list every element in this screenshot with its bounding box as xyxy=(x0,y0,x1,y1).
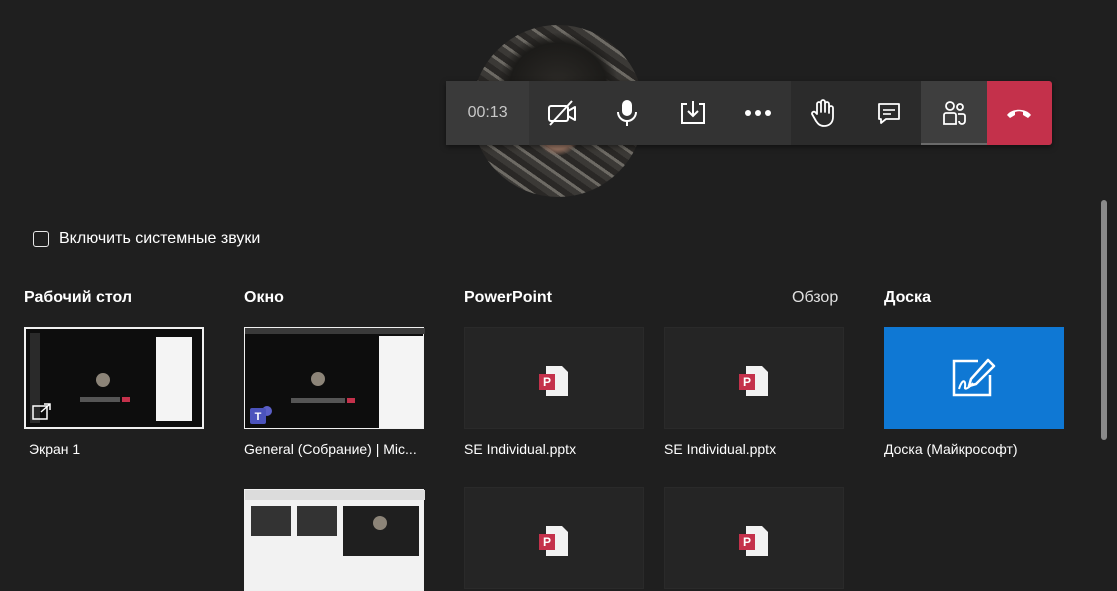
window-tile-browser[interactable] xyxy=(244,489,425,591)
hand-icon xyxy=(811,99,835,127)
participants-icon xyxy=(943,101,966,125)
screen-1-label: Экран 1 xyxy=(29,441,81,457)
window-tile-label: General (Собрание) | Mic... xyxy=(244,441,417,457)
powerpoint-tile-3[interactable]: P xyxy=(464,487,644,589)
chat-button[interactable] xyxy=(855,81,922,145)
section-window-heading: Окно xyxy=(244,289,284,306)
participants-button[interactable] xyxy=(921,81,987,145)
svg-text:P: P xyxy=(743,535,751,549)
powerpoint-tile-1[interactable]: P xyxy=(464,327,644,429)
powerpoint-file-icon: P xyxy=(739,366,768,396)
powerpoint-tile-4[interactable]: P xyxy=(664,487,844,589)
chat-icon xyxy=(877,103,900,124)
powerpoint-file-icon: P xyxy=(539,366,568,396)
powerpoint-tile-1-label: SE Individual.pptx xyxy=(464,441,577,457)
section-whiteboard-heading: Доска xyxy=(884,289,931,306)
powerpoint-tile-2[interactable]: P xyxy=(664,327,844,429)
whiteboard-icon xyxy=(952,358,996,397)
window-tile-teams[interactable]: T xyxy=(244,327,425,429)
section-powerpoint-heading: PowerPoint xyxy=(464,289,553,306)
camera-off-icon xyxy=(547,100,576,126)
svg-text:T: T xyxy=(255,411,262,423)
powerpoint-file-icon: P xyxy=(739,526,768,556)
svg-text:P: P xyxy=(743,375,751,389)
raise-hand-button[interactable] xyxy=(790,81,856,145)
expand-icon xyxy=(32,403,51,420)
system-audio-toggle[interactable]: Включить системные звуки xyxy=(33,230,260,248)
hang-up-icon xyxy=(1007,109,1032,118)
hang-up-button[interactable] xyxy=(986,81,1053,145)
system-audio-checkbox[interactable] xyxy=(33,231,49,247)
camera-off-button[interactable] xyxy=(529,81,595,145)
svg-text:P: P xyxy=(543,375,551,389)
powerpoint-file-icon: P xyxy=(539,526,568,556)
share-tray-scrollbar[interactable] xyxy=(1101,200,1107,440)
powerpoint-tile-2-label: SE Individual.pptx xyxy=(664,441,777,457)
browse-link[interactable]: Обзор xyxy=(792,289,838,307)
microphone-icon xyxy=(617,100,638,126)
microphone-button[interactable] xyxy=(594,81,660,145)
call-timer: 00:13 xyxy=(446,81,530,145)
section-desktop-heading: Рабочий стол xyxy=(24,289,133,306)
svg-text:P: P xyxy=(543,535,551,549)
whiteboard-tile[interactable] xyxy=(884,327,1064,429)
call-controls-toolbar: 00:13 xyxy=(446,81,1053,145)
teams-app-icon: T xyxy=(250,406,272,424)
more-icon xyxy=(744,110,771,116)
share-button[interactable] xyxy=(659,81,726,145)
more-actions-button[interactable] xyxy=(725,81,791,145)
screen-1-tile[interactable] xyxy=(24,327,204,429)
system-audio-label: Включить системные звуки xyxy=(59,230,261,247)
whiteboard-tile-label: Доска (Майкрософт) xyxy=(884,441,1018,457)
share-tray-icon xyxy=(680,101,705,124)
